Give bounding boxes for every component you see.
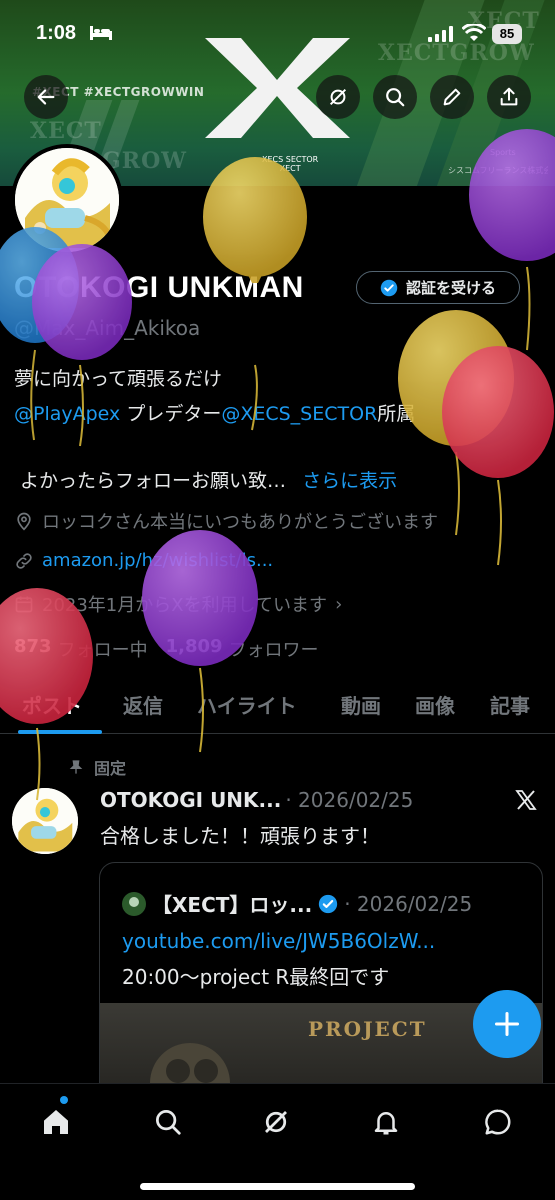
post-author-avatar[interactable] (12, 788, 78, 854)
pin-icon (69, 760, 83, 774)
share-icon (500, 87, 518, 106)
location-pin-icon (17, 512, 31, 531)
pinned-text: 固定 (94, 759, 127, 778)
tab-posts[interactable]: ポスト (22, 690, 82, 719)
followers-count[interactable]: 1,809 (166, 636, 223, 662)
tab-videos[interactable]: 動画 (341, 690, 381, 719)
home-icon (44, 1110, 68, 1134)
profile-location: ロッコクさん本当にいつもありがとうございます (14, 508, 438, 534)
quoted-post[interactable]: 【XECT】ロッ... · 2026/02/25 youtube.com/liv… (99, 862, 543, 1102)
signal-icon (428, 26, 453, 42)
bio-line: よかったらフォローお願い致… さらに表示 (20, 466, 397, 493)
link-icon (16, 552, 32, 569)
verified-badge-icon (380, 279, 398, 296)
post-header: OTOKOGI UNK... · 2026/02/25 (100, 788, 413, 812)
quote-date: · 2026/02/25 (344, 891, 473, 916)
balloon (398, 310, 514, 536)
notifications-icon (374, 1112, 398, 1135)
plus-icon (494, 1011, 520, 1037)
follow-stats: 873 フォロー中 1,809 フォロワー (14, 636, 319, 662)
bio-mention-link[interactable]: @PlayApex (14, 403, 120, 425)
x-logo-icon[interactable] (514, 788, 538, 812)
battery-indicator: 85 (492, 24, 522, 44)
location-text: ロッコクさん本当にいつもありがとうございます (42, 512, 438, 533)
chevron-right-icon: › (335, 593, 343, 615)
bio-line: @PlayApex プレデター@XECS_SECTOR所属 (14, 399, 415, 426)
status-time: 1:08 (36, 22, 77, 44)
profile-handle: @Max_Aim_Akikoa (14, 316, 201, 340)
grok-button[interactable] (316, 75, 360, 119)
show-more-link[interactable]: さらに表示 (302, 470, 397, 492)
status-bar: 1:08 85 (0, 0, 555, 70)
calendar-icon (15, 596, 33, 613)
tab-replies[interactable]: 返信 (123, 690, 163, 719)
search-icon (156, 1110, 181, 1135)
quote-link[interactable]: youtube.com/live/JW5B6OlzW... (122, 929, 435, 953)
tab-highlights[interactable]: ハイライト (197, 690, 297, 719)
nav-notifications[interactable] (366, 1102, 406, 1142)
post-author-name[interactable]: OTOKOGI UNK... (100, 788, 281, 812)
pencil-icon (443, 88, 461, 106)
grok-icon (329, 88, 347, 106)
following-label[interactable]: フォロー中 (58, 636, 148, 662)
quote-text: 20:00〜project R最終回です (122, 965, 390, 989)
profile-joined[interactable]: 2023年1月からXを利用しています › (14, 591, 342, 617)
search-icon (386, 88, 405, 107)
bio-text: よかったらフォローお願い致… (20, 470, 287, 492)
profile-name: OTOKOGI UNKMAN (14, 271, 304, 304)
banner-sector-text: XECS SECTOR XECT (262, 155, 319, 173)
compose-post-button[interactable] (473, 990, 541, 1058)
verified-badge-icon (319, 894, 338, 913)
quote-author-avatar (122, 891, 146, 916)
joined-text: 2023年1月からXを利用しています (42, 595, 328, 616)
sponsor-text: Sports (490, 148, 516, 157)
bio-mention-link[interactable]: @XECS_SECTOR (221, 403, 377, 425)
notification-dot (60, 1096, 68, 1104)
back-button[interactable] (24, 75, 68, 119)
profile-website[interactable]: amazon.jp/hz/wishlist/ls... (14, 550, 273, 571)
tab-images[interactable]: 画像 (415, 690, 455, 719)
tab-articles[interactable]: 記事 (490, 690, 530, 719)
back-arrow-icon (37, 89, 55, 105)
following-count[interactable]: 873 (14, 636, 52, 662)
nav-search[interactable] (148, 1102, 188, 1142)
wifi-icon (462, 24, 486, 41)
search-button[interactable] (373, 75, 417, 119)
website-link[interactable]: amazon.jp/hz/wishlist/ls... (42, 550, 273, 571)
nav-messages[interactable] (478, 1102, 518, 1142)
grok-icon (265, 1111, 287, 1133)
avatar-illustration (15, 148, 119, 252)
sleep-focus-icon (90, 26, 112, 40)
avatar-illustration (12, 788, 78, 854)
post-text: 合格しました！！頑張ります！ (100, 824, 380, 848)
bio-line: 夢に向かって頑張るだけ (14, 368, 223, 390)
nav-grok[interactable] (256, 1102, 296, 1142)
edit-button[interactable] (430, 75, 474, 119)
profile-avatar[interactable] (11, 144, 123, 256)
get-verified-label: 認証を受ける (405, 279, 496, 297)
followers-label[interactable]: フォロワー (229, 636, 319, 662)
share-button[interactable] (487, 75, 531, 119)
active-tab-indicator (18, 730, 102, 734)
profile-tabs: ポスト 返信 ハイライト 動画 画像 記事 (0, 686, 555, 734)
quote-header: 【XECT】ロッ... · 2026/02/25 (122, 889, 472, 918)
banner-ghost-text: XECT (30, 118, 102, 144)
pinned-label: 固定 (68, 755, 126, 779)
home-indicator (140, 1183, 415, 1190)
messages-icon (485, 1109, 511, 1135)
post-date[interactable]: · 2026/02/25 (285, 788, 413, 812)
get-verified-button[interactable]: 認証を受ける (356, 271, 520, 304)
balloon (442, 346, 554, 566)
sponsor-text: シスコムフリーランス株式会社 (448, 166, 548, 175)
bio-text: 所属 (377, 403, 416, 425)
nav-home[interactable] (36, 1102, 76, 1142)
quote-author-name: 【XECT】ロッ... (152, 893, 313, 917)
bio-text: プレデター (120, 403, 222, 425)
